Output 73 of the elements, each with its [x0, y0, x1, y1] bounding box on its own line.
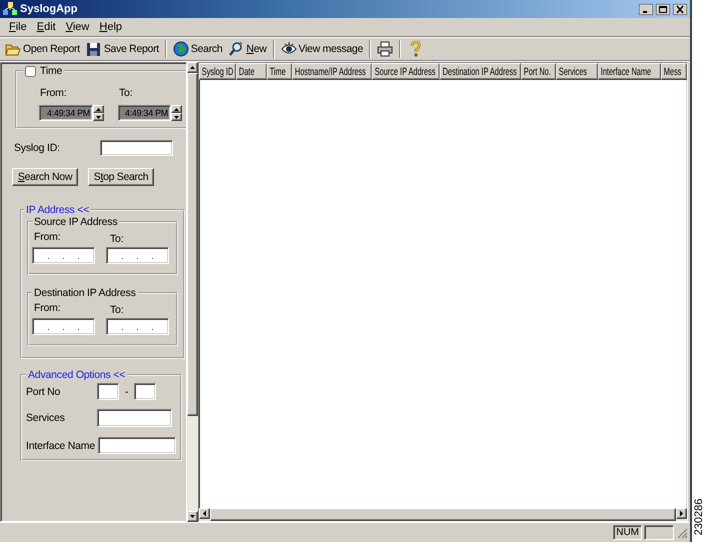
- group-label: Destination IP Address: [33, 287, 137, 299]
- from-label: From:: [34, 302, 62, 316]
- toolbar-button[interactable]: Open Report: [2, 40, 83, 58]
- spin-down-button[interactable]: [93, 113, 104, 121]
- column-header[interactable]: Date: [236, 63, 267, 80]
- close-button[interactable]: [673, 4, 687, 14]
- ip-address-field[interactable]: [32, 318, 95, 335]
- interface-name-label: Interface Name: [26, 440, 96, 452]
- column-header[interactable]: Time: [266, 63, 292, 80]
- time-label: Time: [40, 65, 62, 77]
- to-label: To:: [119, 87, 134, 99]
- resize-grip-icon: [676, 526, 688, 538]
- scroll-right-button[interactable]: [676, 508, 687, 519]
- ip-address-toggle[interactable]: IP Address <<: [24, 204, 92, 216]
- globe-icon: [172, 41, 189, 57]
- figure-number: 230286: [693, 498, 705, 536]
- services-label: Services: [26, 412, 66, 424]
- vertical-scrollbar[interactable]: [187, 62, 198, 522]
- syslog-id-label: Syslog ID:: [14, 142, 60, 154]
- triangle-right-icon: [677, 509, 686, 518]
- column-header[interactable]: Destination IP Address: [440, 63, 521, 80]
- advanced-options-toggle[interactable]: Advanced Options <<: [26, 369, 128, 381]
- port-field[interactable]: [97, 383, 119, 400]
- column-header[interactable]: Hostname/IP Address: [292, 63, 372, 80]
- syslog-id-field[interactable]: [100, 140, 173, 156]
- interface-name-field[interactable]: [98, 437, 176, 454]
- from-label: From:: [40, 87, 68, 99]
- minimize-button[interactable]: [639, 4, 653, 14]
- column-header[interactable]: Syslog ID: [199, 63, 236, 80]
- triangle-up-icon: [174, 108, 179, 110]
- scroll-left-button[interactable]: [199, 508, 210, 519]
- to-label: To:: [110, 304, 124, 316]
- maximize-button[interactable]: [656, 4, 670, 14]
- column-header[interactable]: Port No.: [521, 63, 556, 80]
- ip-address-field[interactable]: [106, 247, 169, 264]
- toolbar-button[interactable]: Save Report: [82, 40, 162, 58]
- search-now-button[interactable]: Search Now: [12, 168, 78, 186]
- port-range-separator: -: [125, 386, 128, 398]
- ip-address-field[interactable]: [32, 247, 95, 264]
- scroll-up-button[interactable]: [187, 62, 198, 73]
- printer-icon: [377, 41, 394, 57]
- column-header[interactable]: Mess: [661, 63, 687, 80]
- status-indicator: NUM: [613, 525, 642, 540]
- toolbar-button[interactable]: Search: [170, 40, 226, 58]
- menu-item[interactable]: Help: [94, 20, 128, 34]
- toolbar-button[interactable]: New: [225, 40, 270, 58]
- toolbar-button[interactable]: View message: [278, 40, 366, 58]
- network-icon: [3, 2, 17, 16]
- menu-item[interactable]: Edit: [32, 20, 61, 34]
- from-label: From:: [34, 231, 62, 245]
- to-label: To:: [110, 233, 124, 245]
- menu-item[interactable]: View: [60, 20, 94, 34]
- column-header[interactable]: Source IP Address: [372, 63, 440, 80]
- spin-down-button[interactable]: [171, 113, 182, 121]
- spin-up-button[interactable]: [93, 105, 104, 113]
- services-field[interactable]: [97, 409, 172, 427]
- scroll-down-button[interactable]: [187, 511, 198, 522]
- window-title: SyslogApp: [20, 3, 78, 15]
- port-no-label: Port No: [26, 386, 62, 398]
- scroll-thumb[interactable]: [187, 73, 198, 416]
- ip-address-field[interactable]: [106, 318, 169, 335]
- triangle-down-icon: [96, 116, 101, 118]
- column-header[interactable]: Services: [556, 63, 598, 80]
- triangle-up-icon: [96, 108, 101, 110]
- port-field[interactable]: [134, 383, 156, 400]
- column-header[interactable]: Interface Name: [598, 63, 661, 80]
- menu-item[interactable]: File: [4, 20, 32, 34]
- triangle-down-icon: [174, 116, 179, 118]
- stop-search-button[interactable]: Stop Search: [88, 168, 154, 186]
- spin-up-button[interactable]: [171, 105, 182, 113]
- magnifier-icon: [228, 41, 244, 57]
- group-label: Source IP Address: [33, 216, 118, 228]
- status-panel: [644, 525, 674, 540]
